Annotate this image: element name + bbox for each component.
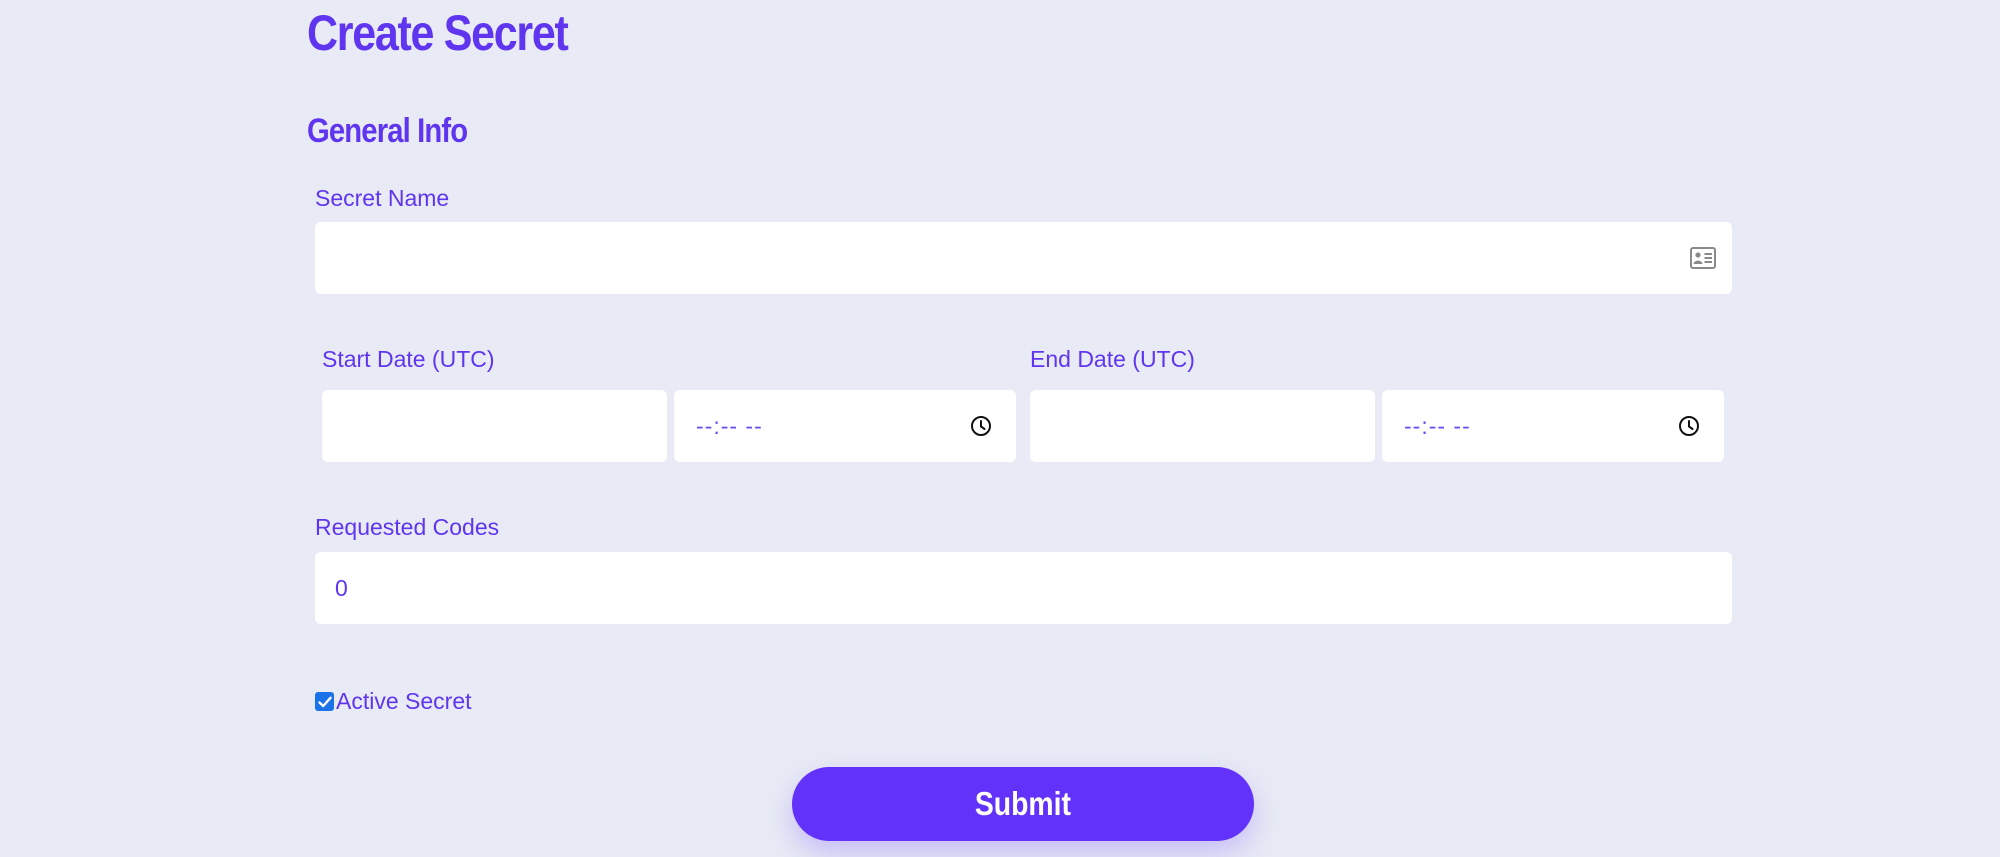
start-date-label: Start Date (UTC) bbox=[322, 346, 495, 372]
page-title: Create Secret bbox=[307, 5, 569, 61]
start-time-clock-icon[interactable] bbox=[970, 415, 992, 437]
submit-button[interactable]: Submit bbox=[792, 767, 1254, 841]
start-time-placeholder: --:-- -- bbox=[696, 413, 763, 439]
end-time-input[interactable]: --:-- -- bbox=[1382, 390, 1724, 462]
active-secret-row: Active Secret bbox=[315, 688, 472, 715]
secret-name-label: Secret Name bbox=[315, 185, 450, 211]
contact-card-icon bbox=[1690, 247, 1716, 269]
section-title-general-info: General Info bbox=[307, 112, 468, 150]
secret-name-input[interactable] bbox=[315, 222, 1732, 294]
secret-name-field-container bbox=[315, 222, 1732, 294]
end-time-placeholder: --:-- -- bbox=[1404, 413, 1471, 439]
submit-button-label: Submit bbox=[974, 785, 1072, 822]
start-date-field-container bbox=[322, 390, 667, 462]
active-secret-label: Active Secret bbox=[336, 688, 472, 714]
end-date-field-container bbox=[1030, 390, 1375, 462]
end-date-label: End Date (UTC) bbox=[1030, 346, 1195, 372]
end-time-clock-icon[interactable] bbox=[1678, 415, 1700, 437]
requested-codes-field-container bbox=[315, 552, 1732, 624]
start-date-input[interactable] bbox=[322, 390, 667, 462]
checkmark-icon bbox=[317, 696, 332, 707]
end-date-input[interactable] bbox=[1030, 390, 1375, 462]
start-time-input[interactable]: --:-- -- bbox=[674, 390, 1016, 462]
requested-codes-input[interactable] bbox=[315, 552, 1732, 624]
requested-codes-label: Requested Codes bbox=[315, 514, 500, 540]
active-secret-checkbox[interactable] bbox=[315, 692, 334, 711]
